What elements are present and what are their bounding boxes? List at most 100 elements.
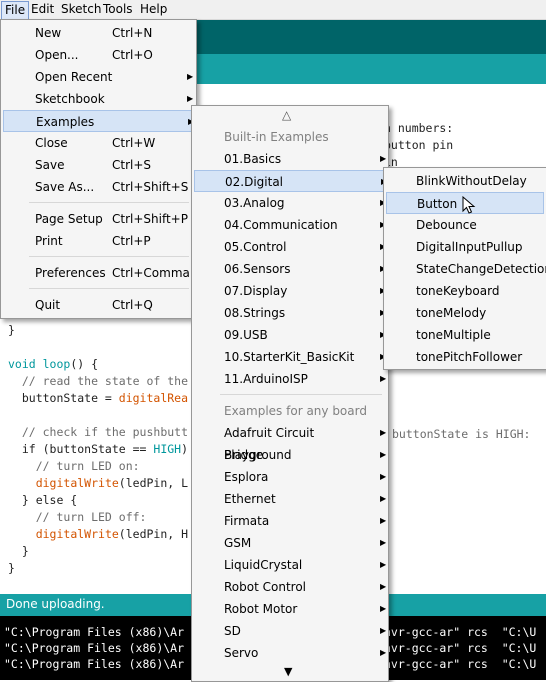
examples-menu-item[interactable]: 10.StarterKit_BasicKit▶ [194, 346, 386, 368]
menu-item-label: StateChangeDetection [416, 262, 546, 276]
code-token: buttonState = [8, 391, 119, 405]
examples-menu-item[interactable]: 02.Digital▶ [194, 170, 387, 192]
scroll-up-icon[interactable]: △ [282, 108, 291, 122]
examples-menu-item[interactable]: SD ▶ [194, 620, 386, 642]
menu-help[interactable]: Help [137, 1, 170, 18]
code-line: // turn LED off: [8, 509, 147, 526]
file-menu-item-preferences[interactable]: Preferences Ctrl+Comma [3, 262, 192, 284]
menu-item-label: Button [417, 197, 458, 211]
menu-file[interactable]: File [1, 1, 30, 20]
code-token: () { [70, 357, 99, 371]
code-token: void loop [8, 357, 71, 371]
menu-item-shortcut: Ctrl+Shift+P [112, 212, 188, 226]
file-menu: New Ctrl+N Open... Ctrl+O Open Recent ▶ Sketch… [0, 19, 197, 319]
digital-menu-item[interactable]: toneMelody [386, 302, 544, 324]
menu-item-label: 03.Analog [224, 196, 285, 210]
menu-item-label: Preferences [35, 266, 106, 280]
examples-menu-item[interactable]: LiquidCrystal ▶ [194, 554, 386, 576]
menu-item-label: Robot Motor [224, 602, 298, 616]
menu-item-label: Firmata [224, 514, 270, 528]
menu-item-shortcut: Ctrl+Q [112, 298, 153, 312]
examples-menu-item[interactable]: Firmata ▶ [194, 510, 386, 532]
menu-section-header: Built-in Examples [194, 126, 384, 148]
digital-menu-item[interactable]: BlinkWithoutDelay [386, 170, 544, 192]
file-menu-item-close[interactable]: Close Ctrl+W [3, 132, 192, 154]
menu-item-label: BlinkWithoutDelay [416, 174, 527, 188]
menu-item-label: Quit [35, 298, 61, 312]
menu-item-shortcut: Ctrl+W [112, 136, 156, 150]
code-line: } else { [8, 492, 77, 509]
code-fragment: n numbers: [384, 121, 454, 135]
menu-bar: File Edit Sketch Tools Help [0, 0, 546, 20]
code-token: // turn LED on: [8, 459, 140, 473]
mouse-cursor-icon [462, 196, 476, 214]
examples-menu-item[interactable]: Robot Motor ▶ [194, 598, 386, 620]
menu-section-header: Examples for any board [194, 400, 384, 422]
menu-separator [220, 394, 382, 395]
code-token: (ledPin, H [118, 527, 189, 541]
console-line: avr-gcc-ar" rcs "C:\U [384, 641, 537, 655]
examples-menu-item[interactable]: Adafruit Circuit Playground ▶ [194, 422, 387, 462]
code-fragment: button pin [384, 138, 454, 152]
examples-menu-item[interactable]: 11.ArduinoISP ▶ [194, 368, 387, 390]
submenu-arrow-icon: ▶ [380, 582, 387, 591]
submenu-arrow-icon: ▶ [380, 428, 387, 437]
console-line: "C:\Program Files (x86)\Ar [4, 641, 185, 655]
examples-menu-item[interactable]: GSM ▶ [194, 532, 387, 554]
examples-menu-item[interactable]: Robot Control ▶ [194, 576, 387, 598]
examples-menu-item[interactable]: 07.Display▶ [194, 280, 386, 302]
digital-menu-item[interactable]: tonePitchFollower [386, 346, 544, 368]
file-menu-item-examples[interactable]: Examples▶ [3, 110, 194, 132]
code-line: // check if the pushbutt [8, 424, 188, 441]
examples-menu-item[interactable]: Esplora ▶ [194, 466, 386, 488]
examples-menu-item[interactable]: Ethernet ▶ [194, 488, 386, 510]
code-token: // check if the pushbutt [8, 425, 189, 439]
status-text: Done uploading. [6, 597, 105, 611]
menu-edit[interactable]: Edit [28, 1, 57, 18]
file-menu-item-save-as[interactable]: Save As... Ctrl+Shift+S [3, 176, 192, 198]
examples-menu-item[interactable]: Servo ▶ [194, 642, 386, 664]
digital-menu-item[interactable]: DigitalInputPullup [386, 236, 544, 258]
menu-item-shortcut: Ctrl+Shift+S [112, 180, 189, 194]
file-menu-item-save[interactable]: Save Ctrl+S [3, 154, 192, 176]
menu-item-label: Ethernet [224, 492, 276, 506]
submenu-arrow-icon: ▶ [380, 538, 387, 547]
menu-tools[interactable]: Tools [100, 1, 136, 18]
digital-menu-item[interactable]: toneKeyboard [386, 280, 544, 302]
file-menu-item-new[interactable]: New Ctrl+N [3, 22, 192, 44]
scroll-down-icon[interactable]: ▼ [284, 665, 292, 678]
menu-item-shortcut: Ctrl+S [112, 158, 152, 172]
code-line: // read the state of the [8, 373, 188, 390]
examples-menu-item[interactable]: 05.Control▶ [194, 236, 386, 258]
examples-menu-item[interactable]: 06.Sensors▶ [194, 258, 386, 280]
code-token: } [8, 544, 29, 558]
file-menu-item-print[interactable]: Print Ctrl+P [3, 230, 192, 252]
menu-sketch[interactable]: Sketch [58, 1, 104, 18]
menu-item-label: Open Recent [35, 70, 113, 84]
menu-item-label: tonePitchFollower [416, 350, 523, 364]
file-menu-item-page-setup[interactable]: Page Setup Ctrl+Shift+P [3, 208, 192, 230]
console-line: avr-gcc-ar" rcs "C:\U [384, 657, 537, 671]
menu-item-label: Save As... [35, 180, 95, 194]
file-menu-item-quit[interactable]: Quit Ctrl+Q [3, 294, 192, 316]
examples-menu-item[interactable]: Bridge ▶ [194, 444, 386, 466]
examples-menu-item[interactable]: 09.USB▶ [194, 324, 386, 346]
examples-menu-item[interactable]: 08.Strings▶ [194, 302, 386, 324]
examples-menu-item[interactable]: 04.Communication▶ [194, 214, 386, 236]
menu-item-label: 01.Basics [224, 152, 282, 166]
file-menu-item-open[interactable]: Open... Ctrl+O [3, 44, 192, 66]
file-menu-item-sketchbook[interactable]: Sketchbook ▶ [3, 88, 193, 110]
code-line: buttonState = digitalRea [8, 390, 188, 407]
digital-menu-item[interactable]: StateChangeDetection [386, 258, 546, 280]
menu-item-label: 11.ArduinoISP [224, 372, 308, 386]
examples-menu-item[interactable]: 01.Basics ▶ [194, 148, 386, 170]
examples-menu-item[interactable]: 03.Analog▶ [194, 192, 386, 214]
code-line: } [8, 322, 15, 339]
menu-item-label: GSM [224, 536, 252, 550]
menu-item-label: toneMultiple [416, 328, 491, 342]
submenu-arrow-icon: ▶ [380, 374, 387, 383]
digital-menu-item[interactable]: toneMultiple [386, 324, 544, 346]
menu-item-label: DigitalInputPullup [416, 240, 523, 254]
digital-menu-item[interactable]: Debounce [386, 214, 544, 236]
file-menu-item-open-recent[interactable]: Open Recent ▶ [3, 66, 193, 88]
